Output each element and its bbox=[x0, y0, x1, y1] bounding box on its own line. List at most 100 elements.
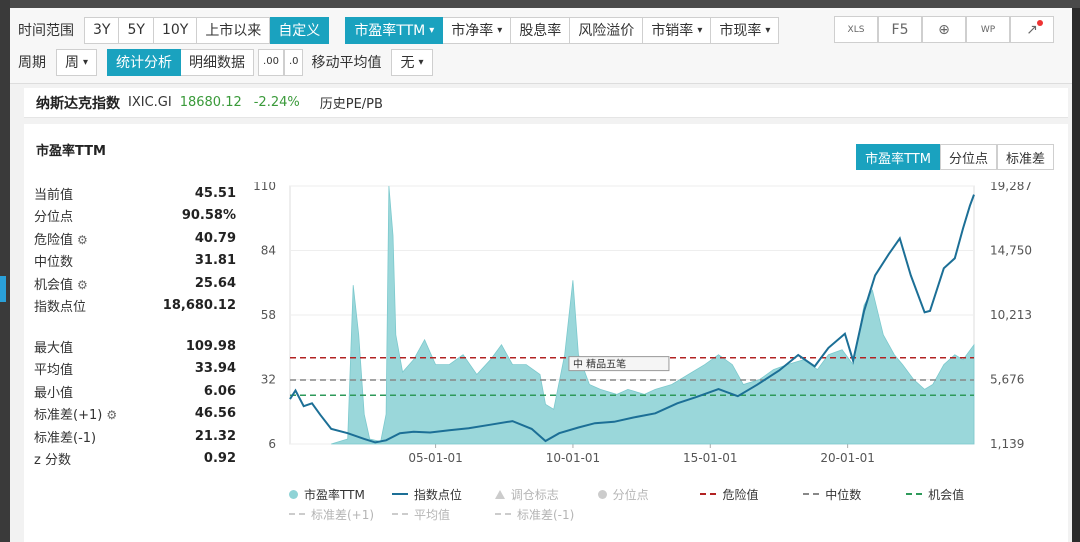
legend-item[interactable]: 危险值 bbox=[700, 486, 803, 503]
chevron-down-icon: ▾ bbox=[83, 56, 89, 68]
left-tick-label: 6 bbox=[268, 437, 276, 451]
x-tick-label: 10-01-01 bbox=[546, 451, 600, 465]
legend-label: 危险值 bbox=[722, 487, 759, 502]
left-edge bbox=[0, 0, 10, 542]
stat-label-wrap: 中位数 bbox=[34, 251, 73, 270]
decimal-increase-button[interactable]: .00 bbox=[258, 48, 284, 76]
pe-chart: 110 84 58 32 6 19,287 14,750 10,213 5,676 1,139 05… bbox=[253, 182, 1032, 465]
stat-value: 31.81 bbox=[194, 253, 236, 269]
panel-tabs: 市盈率TTM 分位点 标准差 bbox=[856, 144, 1054, 170]
x-tick-label: 15-01-01 bbox=[683, 451, 737, 465]
legend-item[interactable]: 标准差(-1) bbox=[495, 506, 598, 523]
gear-icon[interactable]: ⚙ bbox=[77, 278, 88, 292]
stat-label: 标准差(+1) bbox=[34, 408, 103, 424]
metric-button-3[interactable]: 风险溢价 bbox=[570, 16, 644, 44]
stat-label-wrap: 当前值 bbox=[34, 184, 73, 203]
stat-label: 机会值 bbox=[34, 277, 74, 293]
stat-label: z 分数 bbox=[34, 453, 71, 469]
range-buttons: 3Y 5Y 10Y 上市以来 自定义 bbox=[84, 16, 330, 44]
stat-label-wrap: 标准差(-1) bbox=[34, 427, 96, 446]
toolbar-right-actions: XLS F5 ⊕ WP ↗ bbox=[834, 16, 1054, 43]
view-button-1[interactable]: 明细数据 bbox=[181, 48, 255, 76]
legend-item[interactable]: 分位点 bbox=[597, 486, 701, 503]
legend-item[interactable]: 中位数 bbox=[803, 486, 906, 503]
legend-item[interactable]: 机会值 bbox=[906, 486, 1009, 503]
chevron-down-icon: ▾ bbox=[497, 24, 503, 36]
period-value: 周 bbox=[65, 55, 79, 71]
legend-dot-icon bbox=[597, 489, 607, 499]
stat-label: 中位数 bbox=[34, 255, 74, 271]
stat-label-wrap: 分位点 bbox=[34, 206, 73, 225]
gear-icon[interactable]: ⚙ bbox=[106, 408, 117, 422]
range-button-4[interactable]: 自定义 bbox=[270, 16, 330, 44]
app: 时间范围 3Y 5Y 10Y 上市以来 自定义 市盈率TTM ▾ 市净率 ▾ 股息率 风险溢价 市销… bbox=[10, 8, 1072, 542]
legend-label: 分位点 bbox=[612, 487, 649, 502]
period-label: 周期 bbox=[18, 55, 46, 71]
right-tick-label: 5,676 bbox=[990, 373, 1024, 387]
legend-row: 市盈率TTM 指数点位 调仓标志 分位点 危险值 中位数 机会值 bbox=[289, 484, 1009, 504]
legend-dash-icon bbox=[803, 493, 820, 495]
chevron-down-icon: ▾ bbox=[429, 24, 435, 36]
tab-0[interactable]: 市盈率TTM bbox=[856, 144, 940, 170]
view-button-0[interactable]: 统计分析 bbox=[107, 48, 182, 76]
stats-list: 当前值 45.51 分位点 90.58% 危险值 ⚙ 40.79 中位数 31.81 机会值 ⚙ 25… bbox=[34, 182, 236, 470]
history-pe-pb: 历史PE/PB bbox=[319, 97, 383, 112]
stat-label-wrap: 机会值 ⚙ bbox=[34, 274, 88, 293]
left-tick-label: 58 bbox=[261, 308, 276, 322]
stat-row: z 分数 0.92 bbox=[34, 448, 236, 471]
legend-dash-icon bbox=[700, 493, 717, 495]
index-value: 18680.12 bbox=[179, 95, 242, 110]
right-tick-label: 14,750 bbox=[990, 244, 1032, 258]
export-word-icon[interactable]: WP bbox=[966, 16, 1010, 43]
legend-item[interactable]: 调仓标志 bbox=[494, 486, 598, 503]
share-icon[interactable]: ↗ bbox=[1010, 16, 1054, 43]
range-button-1[interactable]: 5Y bbox=[119, 16, 154, 44]
metric-button-4[interactable]: 市销率 ▾ bbox=[643, 16, 712, 44]
range-label: 时间范围 bbox=[18, 23, 74, 39]
legend-label: 市盈率TTM bbox=[304, 487, 365, 502]
range-button-3[interactable]: 上市以来 bbox=[197, 16, 271, 44]
decimal-decrease-button[interactable]: .0 bbox=[283, 48, 304, 76]
period-select[interactable]: 周 ▾ bbox=[56, 48, 98, 76]
legend-item[interactable]: 标准差(+1) bbox=[289, 506, 392, 523]
right-tick-label: 1,139 bbox=[990, 437, 1024, 451]
view-buttons: 统计分析 明细数据 bbox=[107, 48, 255, 76]
chevron-down-icon: ▾ bbox=[418, 56, 424, 68]
stat-label-wrap: 最大值 bbox=[34, 337, 73, 356]
stat-label-wrap: z 分数 bbox=[34, 449, 71, 468]
legend-item[interactable]: 平均值 bbox=[392, 506, 495, 523]
metric-button-2[interactable]: 股息率 bbox=[511, 16, 571, 44]
ime-toolbar-overlay[interactable]: 中 精品五笔 bbox=[568, 356, 670, 372]
stat-row: 标准差(-1) 21.32 bbox=[34, 425, 236, 448]
stat-value: 21.32 bbox=[194, 428, 236, 444]
ma-select[interactable]: 无 ▾ bbox=[391, 48, 433, 76]
metric-button-0[interactable]: 市盈率TTM ▾ bbox=[345, 16, 444, 44]
toolbar: 时间范围 3Y 5Y 10Y 上市以来 自定义 市盈率TTM ▾ 市净率 ▾ 股息率 风险溢价 市销… bbox=[10, 8, 1072, 84]
metric-button-5[interactable]: 市现率 ▾ bbox=[711, 16, 780, 44]
add-icon[interactable]: ⊕ bbox=[922, 16, 966, 43]
index-change: -2.24% bbox=[253, 95, 300, 110]
legend-label: 机会值 bbox=[928, 487, 965, 502]
metric-label: 股息率 bbox=[519, 23, 562, 39]
legend-label: 标准差(+1) bbox=[311, 507, 375, 522]
stat-label: 危险值 bbox=[34, 232, 74, 248]
stat-value: 109.98 bbox=[185, 338, 236, 354]
range-button-0[interactable]: 3Y bbox=[84, 16, 120, 44]
chevron-down-icon: ▾ bbox=[697, 24, 703, 36]
legend-label: 标准差(-1) bbox=[517, 507, 575, 522]
legend-item[interactable]: 指数点位 bbox=[391, 486, 495, 503]
stat-label-wrap: 指数点位 bbox=[34, 296, 86, 315]
stat-row: 指数点位 18,680.12 bbox=[34, 295, 236, 318]
refresh-f5-button[interactable]: F5 bbox=[878, 16, 922, 43]
metric-button-1[interactable]: 市净率 ▾ bbox=[443, 16, 512, 44]
stat-row: 危险值 ⚙ 40.79 bbox=[34, 227, 236, 250]
export-excel-icon[interactable]: XLS bbox=[834, 16, 878, 43]
stat-row: 分位点 90.58% bbox=[34, 205, 236, 228]
tab-1[interactable]: 分位点 bbox=[939, 144, 997, 170]
range-button-2[interactable]: 10Y bbox=[153, 16, 198, 44]
gear-icon[interactable]: ⚙ bbox=[77, 233, 88, 247]
legend-label: 调仓标志 bbox=[510, 487, 559, 502]
legend-item[interactable]: 市盈率TTM bbox=[289, 486, 392, 503]
tab-2[interactable]: 标准差 bbox=[996, 144, 1054, 170]
legend-label: 指数点位 bbox=[413, 487, 462, 502]
